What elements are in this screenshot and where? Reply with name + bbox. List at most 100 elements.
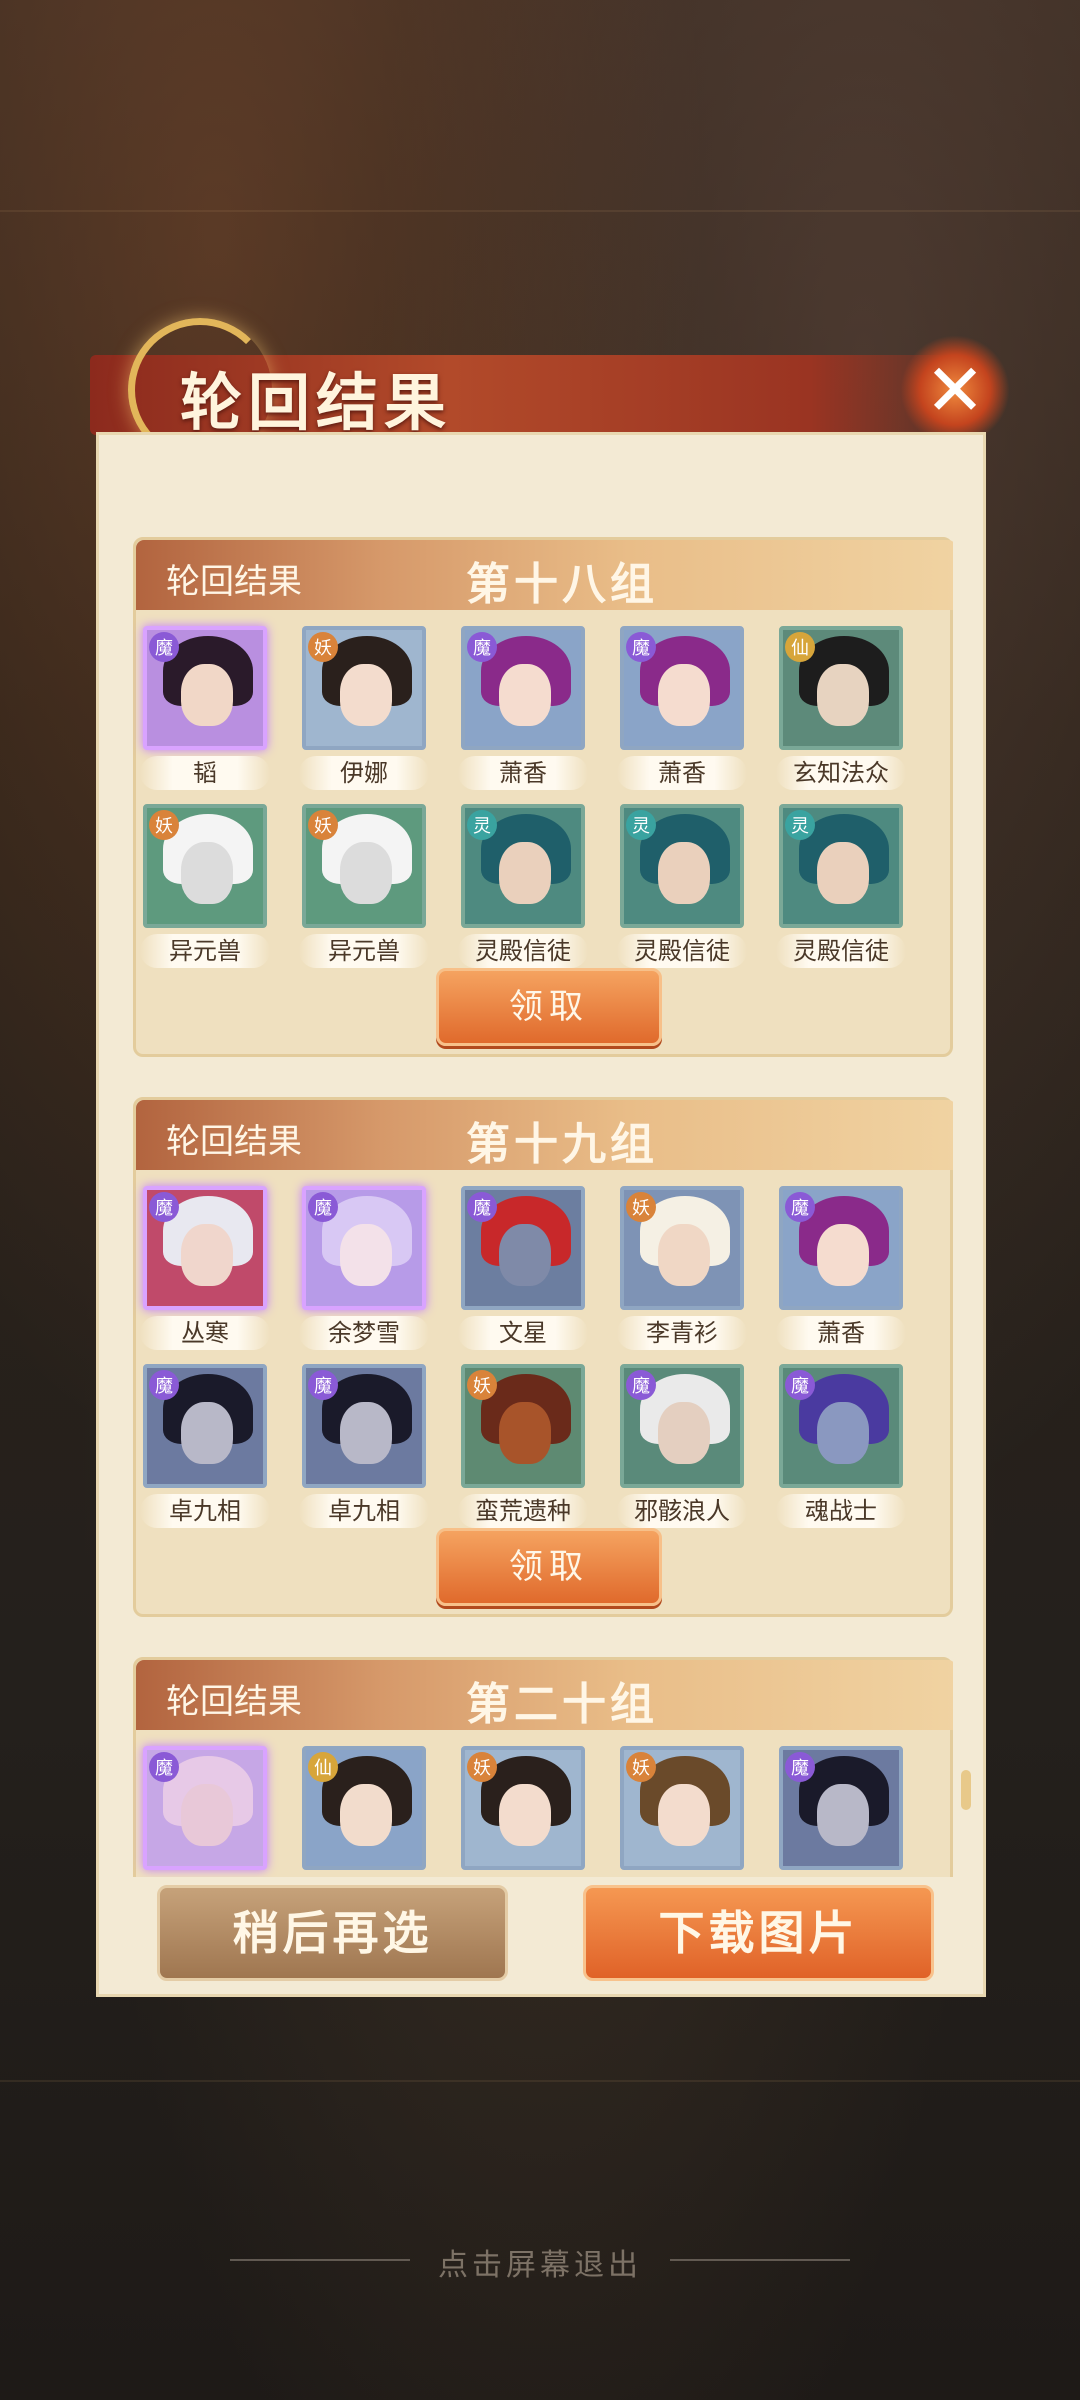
group-header: 轮回结果 第十八组 xyxy=(136,540,953,610)
download-image-button[interactable]: 下载图片 xyxy=(583,1885,934,1981)
character-name: 卓九相 xyxy=(140,1494,270,1528)
portrait-face xyxy=(658,842,710,904)
character-card[interactable]: 妖 xyxy=(458,1746,588,1877)
character-portrait: 魔 xyxy=(620,1364,744,1488)
faction-tag-icon: 妖 xyxy=(626,1192,656,1222)
portrait-face xyxy=(181,1784,233,1846)
portrait-face xyxy=(658,664,710,726)
portrait-face xyxy=(499,1224,551,1286)
character-card[interactable]: 魔邪骸浪人 xyxy=(617,1364,747,1539)
bg-wave xyxy=(0,2080,1080,2082)
character-card[interactable]: 魔萧香 xyxy=(776,1186,906,1361)
faction-tag-icon: 魔 xyxy=(626,632,656,662)
result-group: 轮回结果第二十组魔仙妖妖魔领取 xyxy=(133,1657,953,1877)
character-portrait: 灵 xyxy=(620,804,744,928)
portrait-face xyxy=(817,842,869,904)
faction-tag-icon: 灵 xyxy=(467,810,497,840)
portrait-face xyxy=(181,1224,233,1286)
result-panel: 轮回结果 第十八组魔韬妖伊娜魔萧香魔萧香仙玄知法众妖异元兽妖异元兽灵灵殿信徒灵灵殿… xyxy=(96,432,986,1997)
character-card[interactable]: 仙玄知法众 xyxy=(776,626,906,801)
character-card[interactable]: 灵灵殿信徒 xyxy=(458,804,588,979)
character-name: 异元兽 xyxy=(299,934,429,968)
faction-tag-icon: 魔 xyxy=(149,632,179,662)
exit-hint: 点击屏幕退出 xyxy=(438,2248,642,2283)
portrait-face xyxy=(499,1784,551,1846)
character-card[interactable]: 魔卓九相 xyxy=(140,1364,270,1539)
faction-tag-icon: 灵 xyxy=(626,810,656,840)
character-card[interactable]: 妖异元兽 xyxy=(140,804,270,979)
character-card[interactable]: 魔萧香 xyxy=(617,626,747,801)
portrait-face xyxy=(181,1402,233,1464)
character-card[interactable]: 魔文星 xyxy=(458,1186,588,1361)
character-portrait: 妖 xyxy=(302,804,426,928)
character-name: 玄知法众 xyxy=(776,756,906,790)
character-portrait: 妖 xyxy=(461,1364,585,1488)
faction-tag-icon: 魔 xyxy=(149,1192,179,1222)
character-name: 灵殿信徒 xyxy=(458,934,588,968)
close-button[interactable]: ✕ xyxy=(900,335,1010,445)
character-portrait: 魔 xyxy=(620,626,744,750)
portrait-face xyxy=(340,842,392,904)
group-label: 轮回结果 xyxy=(166,562,302,602)
character-card[interactable]: 魔卓九相 xyxy=(299,1364,429,1539)
character-portrait: 魔 xyxy=(779,1746,903,1870)
portrait-face xyxy=(340,1224,392,1286)
character-card[interactable]: 妖异元兽 xyxy=(299,804,429,979)
character-portrait: 魔 xyxy=(779,1186,903,1310)
portrait-face xyxy=(499,664,551,726)
bg-wave xyxy=(0,210,1080,212)
character-name: 灵殿信徒 xyxy=(776,934,906,968)
character-portrait: 魔 xyxy=(302,1364,426,1488)
faction-tag-icon: 妖 xyxy=(467,1752,497,1782)
portrait-face xyxy=(181,842,233,904)
character-card[interactable]: 魔 xyxy=(140,1746,270,1877)
character-portrait: 仙 xyxy=(302,1746,426,1870)
character-card[interactable]: 妖 xyxy=(617,1746,747,1877)
group-header: 轮回结果 第十九组 xyxy=(136,1100,953,1170)
faction-tag-icon: 魔 xyxy=(308,1192,338,1222)
character-card[interactable]: 妖蛮荒遗种 xyxy=(458,1364,588,1539)
character-card[interactable]: 魔萧香 xyxy=(458,626,588,801)
character-portrait: 灵 xyxy=(779,804,903,928)
character-card[interactable]: 灵灵殿信徒 xyxy=(617,804,747,979)
results-scroll-list[interactable]: 轮回结果 第十八组魔韬妖伊娜魔萧香魔萧香仙玄知法众妖异元兽妖异元兽灵灵殿信徒灵灵殿… xyxy=(133,457,953,1877)
faction-tag-icon: 魔 xyxy=(785,1192,815,1222)
character-name: 邪骸浪人 xyxy=(617,1494,747,1528)
portrait-face xyxy=(181,664,233,726)
character-card[interactable]: 妖李青衫 xyxy=(617,1186,747,1361)
faction-tag-icon: 妖 xyxy=(308,810,338,840)
character-card[interactable]: 灵灵殿信徒 xyxy=(776,804,906,979)
character-card[interactable]: 魔余梦雪 xyxy=(299,1186,429,1361)
faction-tag-icon: 仙 xyxy=(308,1752,338,1782)
scrollbar-thumb[interactable] xyxy=(961,1770,971,1810)
character-card[interactable]: 魔魂战士 xyxy=(776,1364,906,1539)
portrait-face xyxy=(499,1402,551,1464)
character-name: 灵殿信徒 xyxy=(617,934,747,968)
character-portrait: 魔 xyxy=(461,626,585,750)
character-card[interactable]: 魔丛寒 xyxy=(140,1186,270,1361)
faction-tag-icon: 魔 xyxy=(785,1752,815,1782)
character-name: 丛寒 xyxy=(140,1316,270,1350)
portrait-face xyxy=(340,1402,392,1464)
character-name: 伊娜 xyxy=(299,756,429,790)
faction-tag-icon: 灵 xyxy=(785,810,815,840)
character-card[interactable]: 妖伊娜 xyxy=(299,626,429,801)
portrait-face xyxy=(817,1224,869,1286)
claim-button[interactable]: 领取 xyxy=(436,1528,662,1606)
character-portrait: 魔 xyxy=(302,1186,426,1310)
character-card[interactable]: 仙 xyxy=(299,1746,429,1877)
character-card[interactable]: 魔 xyxy=(776,1746,906,1877)
choose-later-button[interactable]: 稍后再选 xyxy=(157,1885,508,1981)
portrait-face xyxy=(817,1784,869,1846)
group-label: 轮回结果 xyxy=(166,1682,302,1722)
faction-tag-icon: 魔 xyxy=(308,1370,338,1400)
portrait-face xyxy=(340,1784,392,1846)
character-name: 蛮荒遗种 xyxy=(458,1494,588,1528)
character-card[interactable]: 魔韬 xyxy=(140,626,270,801)
claim-button[interactable]: 领取 xyxy=(436,968,662,1046)
result-group: 轮回结果 第十八组魔韬妖伊娜魔萧香魔萧香仙玄知法众妖异元兽妖异元兽灵灵殿信徒灵灵殿… xyxy=(133,537,953,1057)
portrait-face xyxy=(658,1224,710,1286)
character-portrait: 妖 xyxy=(620,1746,744,1870)
character-name: 萧香 xyxy=(458,756,588,790)
character-portrait: 妖 xyxy=(302,626,426,750)
